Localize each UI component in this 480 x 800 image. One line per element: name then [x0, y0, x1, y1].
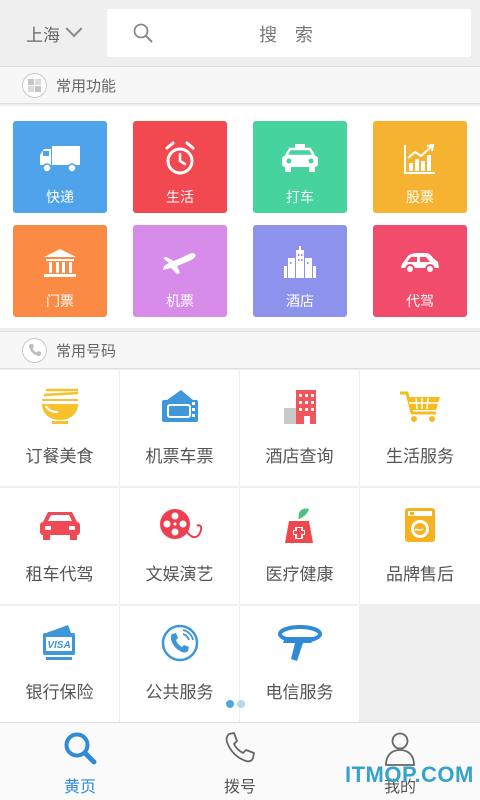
film-reel-icon [120, 504, 239, 546]
hotel-icon [240, 386, 359, 428]
ticket-icon [120, 386, 239, 428]
search-placeholder: 搜 索 [259, 25, 319, 46]
tile-flights[interactable]: 机票 [133, 225, 227, 317]
grid-item-label: 租车代驾 [25, 565, 94, 585]
chevron-down-icon [65, 20, 83, 38]
tile-taxi[interactable]: 打车 [253, 121, 347, 213]
nav-label: 黄页 [63, 777, 96, 796]
grid-item-label: 酒店查询 [265, 447, 334, 467]
tile-label: 生活 [166, 190, 194, 206]
section-header-numbers: 常用号码 [0, 331, 480, 369]
tile-label: 股票 [406, 190, 434, 206]
bottom-nav: 黄页 拨号 我的 [0, 722, 480, 800]
tile-hotel[interactable]: 酒店 [253, 225, 347, 317]
grid-item-tickets[interactable]: 机票车票 [120, 370, 239, 486]
grid-item-medical[interactable]: 医疗健康 [240, 488, 359, 604]
stock-chart-icon [373, 139, 467, 179]
airplane-icon [133, 243, 227, 283]
tile-tickets[interactable]: 门票 [13, 225, 107, 317]
grid-item-food[interactable]: 订餐美食 [0, 370, 119, 486]
delivery-truck-icon [13, 139, 107, 179]
grid-item-label: 银行保险 [25, 683, 94, 703]
grid-item-car-rental[interactable]: 租车代驾 [0, 488, 119, 604]
page-indicator [226, 700, 245, 708]
page-dot [237, 700, 245, 708]
watermark: ITMOP.COM [345, 762, 474, 787]
grid-item-label: 公共服务 [145, 683, 214, 703]
bank-card-icon: VISA [0, 622, 119, 664]
telecom-logo-icon [240, 622, 359, 664]
tile-label: 机票 [166, 294, 194, 310]
grid-item-label: 订餐美食 [25, 447, 94, 467]
grid-icon [22, 72, 47, 98]
car-icon [373, 243, 467, 283]
medicine-icon [240, 504, 359, 546]
washing-machine-icon [360, 504, 480, 546]
grid-item-label: 生活服务 [386, 447, 454, 467]
tile-stock[interactable]: 股票 [373, 121, 467, 213]
grid-item-label: 机票车票 [145, 447, 214, 467]
grid-item-label: 医疗健康 [265, 565, 334, 585]
hotel-building-icon [253, 243, 347, 283]
tile-label: 打车 [286, 190, 314, 206]
tile-chauffeur[interactable]: 代驾 [373, 225, 467, 317]
section-header-functions: 常用功能 [0, 66, 480, 104]
phone-number-grid: 订餐美食 机票车票 酒店查询 生活服务 租车代驾 文娱演艺 医疗健康 品牌售后 … [0, 370, 480, 722]
search-box[interactable]: 搜 索 [107, 9, 471, 57]
grid-item-telecom[interactable]: 电信服务 [240, 606, 359, 722]
page-dot-active [226, 700, 234, 708]
tile-label: 门票 [46, 294, 74, 310]
noodle-bowl-icon [0, 386, 119, 428]
section-title: 常用功能 [56, 76, 117, 95]
phone-icon [22, 337, 47, 363]
city-label: 上海 [26, 25, 60, 46]
alarm-clock-icon [133, 139, 227, 179]
tile-delivery[interactable]: 快递 [13, 121, 107, 213]
grid-item-bank[interactable]: VISA 银行保险 [0, 606, 119, 722]
user-icon [320, 731, 480, 766]
city-selector[interactable]: 上海 [26, 20, 83, 46]
grid-item-entertainment[interactable]: 文娱演艺 [120, 488, 239, 604]
taxi-icon [253, 139, 347, 179]
tile-life[interactable]: 生活 [133, 121, 227, 213]
grid-item-label: 电信服务 [265, 683, 334, 703]
grid-item-label: 品牌售后 [386, 565, 454, 585]
nav-label: 拨号 [223, 777, 256, 796]
tile-label: 快递 [46, 190, 74, 206]
phone-circle-icon [120, 622, 239, 664]
phone-icon [160, 731, 320, 765]
tile-label: 代驾 [406, 294, 434, 310]
function-tiles: 快递 生活 打车 股票 门票 机票 酒店 代驾 [0, 106, 480, 328]
grid-item-after-sales[interactable]: 品牌售后 [360, 488, 480, 604]
grid-item-public-services[interactable]: 公共服务 [120, 606, 239, 722]
shopping-cart-icon [360, 386, 480, 428]
grid-item-hotel[interactable]: 酒店查询 [240, 370, 359, 486]
section-title: 常用号码 [56, 341, 117, 360]
car-rental-icon [0, 504, 119, 546]
nav-yellow-pages[interactable]: 黄页 [0, 723, 160, 800]
svg-text:VISA: VISA [47, 640, 70, 651]
search-icon [0, 731, 160, 765]
museum-icon [13, 243, 107, 283]
grid-item-label: 文娱演艺 [145, 565, 214, 585]
top-bar: 上海 搜 索 [0, 0, 480, 66]
grid-item-life-services[interactable]: 生活服务 [360, 370, 480, 486]
tile-label: 酒店 [286, 294, 314, 310]
nav-dialer[interactable]: 拨号 [160, 723, 320, 800]
